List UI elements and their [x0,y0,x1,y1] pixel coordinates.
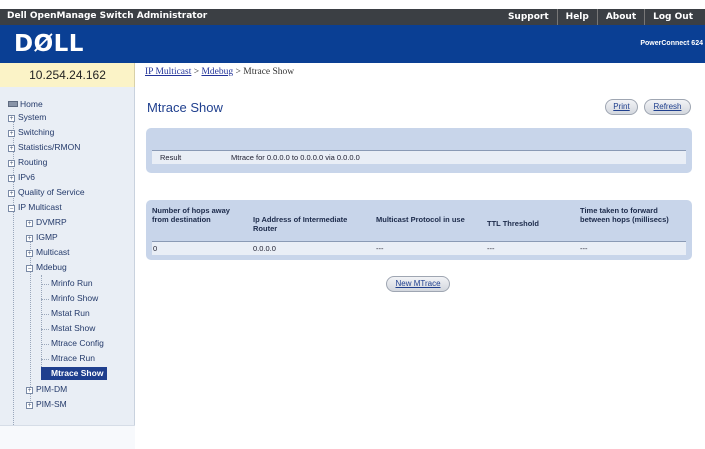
breadcrumb-separator: > [191,67,202,77]
collapse-icon[interactable]: − [26,265,33,272]
sidebar-item-pim-sm[interactable]: + PIM-SM [26,398,67,411]
column-header-hops: Number of hops away from destination [152,206,230,224]
tree-line [41,284,49,285]
cell-hops: 0 [153,244,158,253]
dell-logo: DØLL [14,31,84,57]
sidebar-item-switching[interactable]: + Switching [8,126,54,139]
help-link[interactable]: Help [556,9,597,25]
title-bar: Dell OpenManage Switch Administrator Sup… [0,9,705,25]
sidebar-item-mrinfo-run[interactable]: Mrinfo Run [51,277,93,290]
sidebar-item-dvmrp[interactable]: + DVMRP [26,216,67,229]
banner: DØLL PowerConnect 624 [0,25,705,63]
sidebar-item-pim-dm[interactable]: + PIM-DM [26,383,67,396]
sidebar-item-mstat-run[interactable]: Mstat Run [51,307,90,320]
product-name: PowerConnect 624 [640,40,703,47]
logout-link[interactable]: Log Out [644,9,701,25]
expand-icon[interactable]: + [26,235,33,242]
sidebar-item-system[interactable]: + System [8,111,46,124]
column-header-protocol: Multicast Protocol in use [376,215,465,224]
new-mtrace-button[interactable]: New MTrace [386,276,450,292]
sidebar-item-ip-multicast[interactable]: − IP Multicast [8,201,62,214]
cell-protocol: --- [376,244,384,253]
sidebar-item-mdebug[interactable]: − Mdebug [26,261,67,274]
expand-icon[interactable]: + [26,250,33,257]
expand-icon[interactable]: + [8,145,15,152]
sidebar: Home + System + Switching + Statistics/RMON… [0,87,135,449]
support-link[interactable]: Support [500,9,557,25]
column-header-router-ip: Ip Address of Intermediate Router [253,215,348,233]
sidebar-item-mrinfo-show[interactable]: Mrinfo Show [51,292,98,305]
breadcrumb-current: Mtrace Show [243,67,295,77]
sidebar-item-mtrace-config[interactable]: Mtrace Config [51,337,104,350]
expand-icon[interactable]: + [8,130,15,137]
top-links: Support Help About Log Out [500,9,701,25]
cell-time: --- [580,244,588,253]
tree-line [41,299,49,300]
result-label: Result [160,153,182,162]
expand-icon[interactable]: + [26,387,33,394]
ip-bar: 10.254.24.162 [0,63,135,87]
expand-icon[interactable]: + [8,190,15,197]
sidebar-item-igmp[interactable]: + IGMP [26,231,58,244]
breadcrumb: IP Multicast > Mdebug > Mtrace Show [145,67,294,77]
expand-icon[interactable]: + [8,115,15,122]
expand-icon[interactable]: + [26,402,33,409]
print-button[interactable]: Print [605,99,638,115]
breadcrumb-mdebug[interactable]: Mdebug [201,67,233,77]
collapse-icon[interactable]: − [8,205,15,212]
sidebar-item-home[interactable]: Home [8,98,43,111]
table-row: 0 0.0.0.0 --- --- --- [152,242,686,255]
breadcrumb-separator: > [233,67,244,77]
breadcrumb-ip-multicast[interactable]: IP Multicast [145,67,191,77]
result-value: Mtrace for 0.0.0.0 to 0.0.0.0 via 0.0.0.… [231,153,360,162]
sidebar-item-multicast[interactable]: + Multicast [26,246,70,259]
cell-ttl: --- [487,244,495,253]
sidebar-item-mstat-show[interactable]: Mstat Show [51,322,95,335]
about-link[interactable]: About [596,9,644,25]
page-title: Mtrace Show [147,100,223,115]
sidebar-footer [0,425,135,449]
refresh-button[interactable]: Refresh [644,99,691,115]
sidebar-item-mtrace-show[interactable]: Mtrace Show [41,367,108,380]
mtrace-table: Number of hops away from destination Ip … [146,200,692,260]
tree-line [41,329,49,330]
home-icon [8,101,18,107]
sidebar-item-routing[interactable]: + Routing [8,156,47,169]
expand-icon[interactable]: + [8,175,15,182]
tree-line [41,344,49,345]
sidebar-item-statistics-rmon[interactable]: + Statistics/RMON [8,141,80,154]
expand-icon[interactable]: + [8,160,15,167]
sidebar-item-mtrace-run[interactable]: Mtrace Run [51,352,95,365]
tree-line [41,359,49,360]
result-panel: Result Mtrace for 0.0.0.0 to 0.0.0.0 via… [146,128,692,173]
cell-router-ip: 0.0.0.0 [253,244,276,253]
expand-icon[interactable]: + [26,220,33,227]
sidebar-item-ipv6[interactable]: + IPv6 [8,171,35,184]
result-row: Result Mtrace for 0.0.0.0 to 0.0.0.0 via… [152,150,686,164]
tree-line [41,314,49,315]
app-title: Dell OpenManage Switch Administrator [7,11,208,21]
switch-ip-address: 10.254.24.162 [29,68,106,82]
sidebar-item-quality-of-service[interactable]: + Quality of Service [8,186,85,199]
column-header-ttl: TTL Threshold [487,219,539,228]
column-header-time: Time taken to forward between hops (mill… [580,206,669,224]
